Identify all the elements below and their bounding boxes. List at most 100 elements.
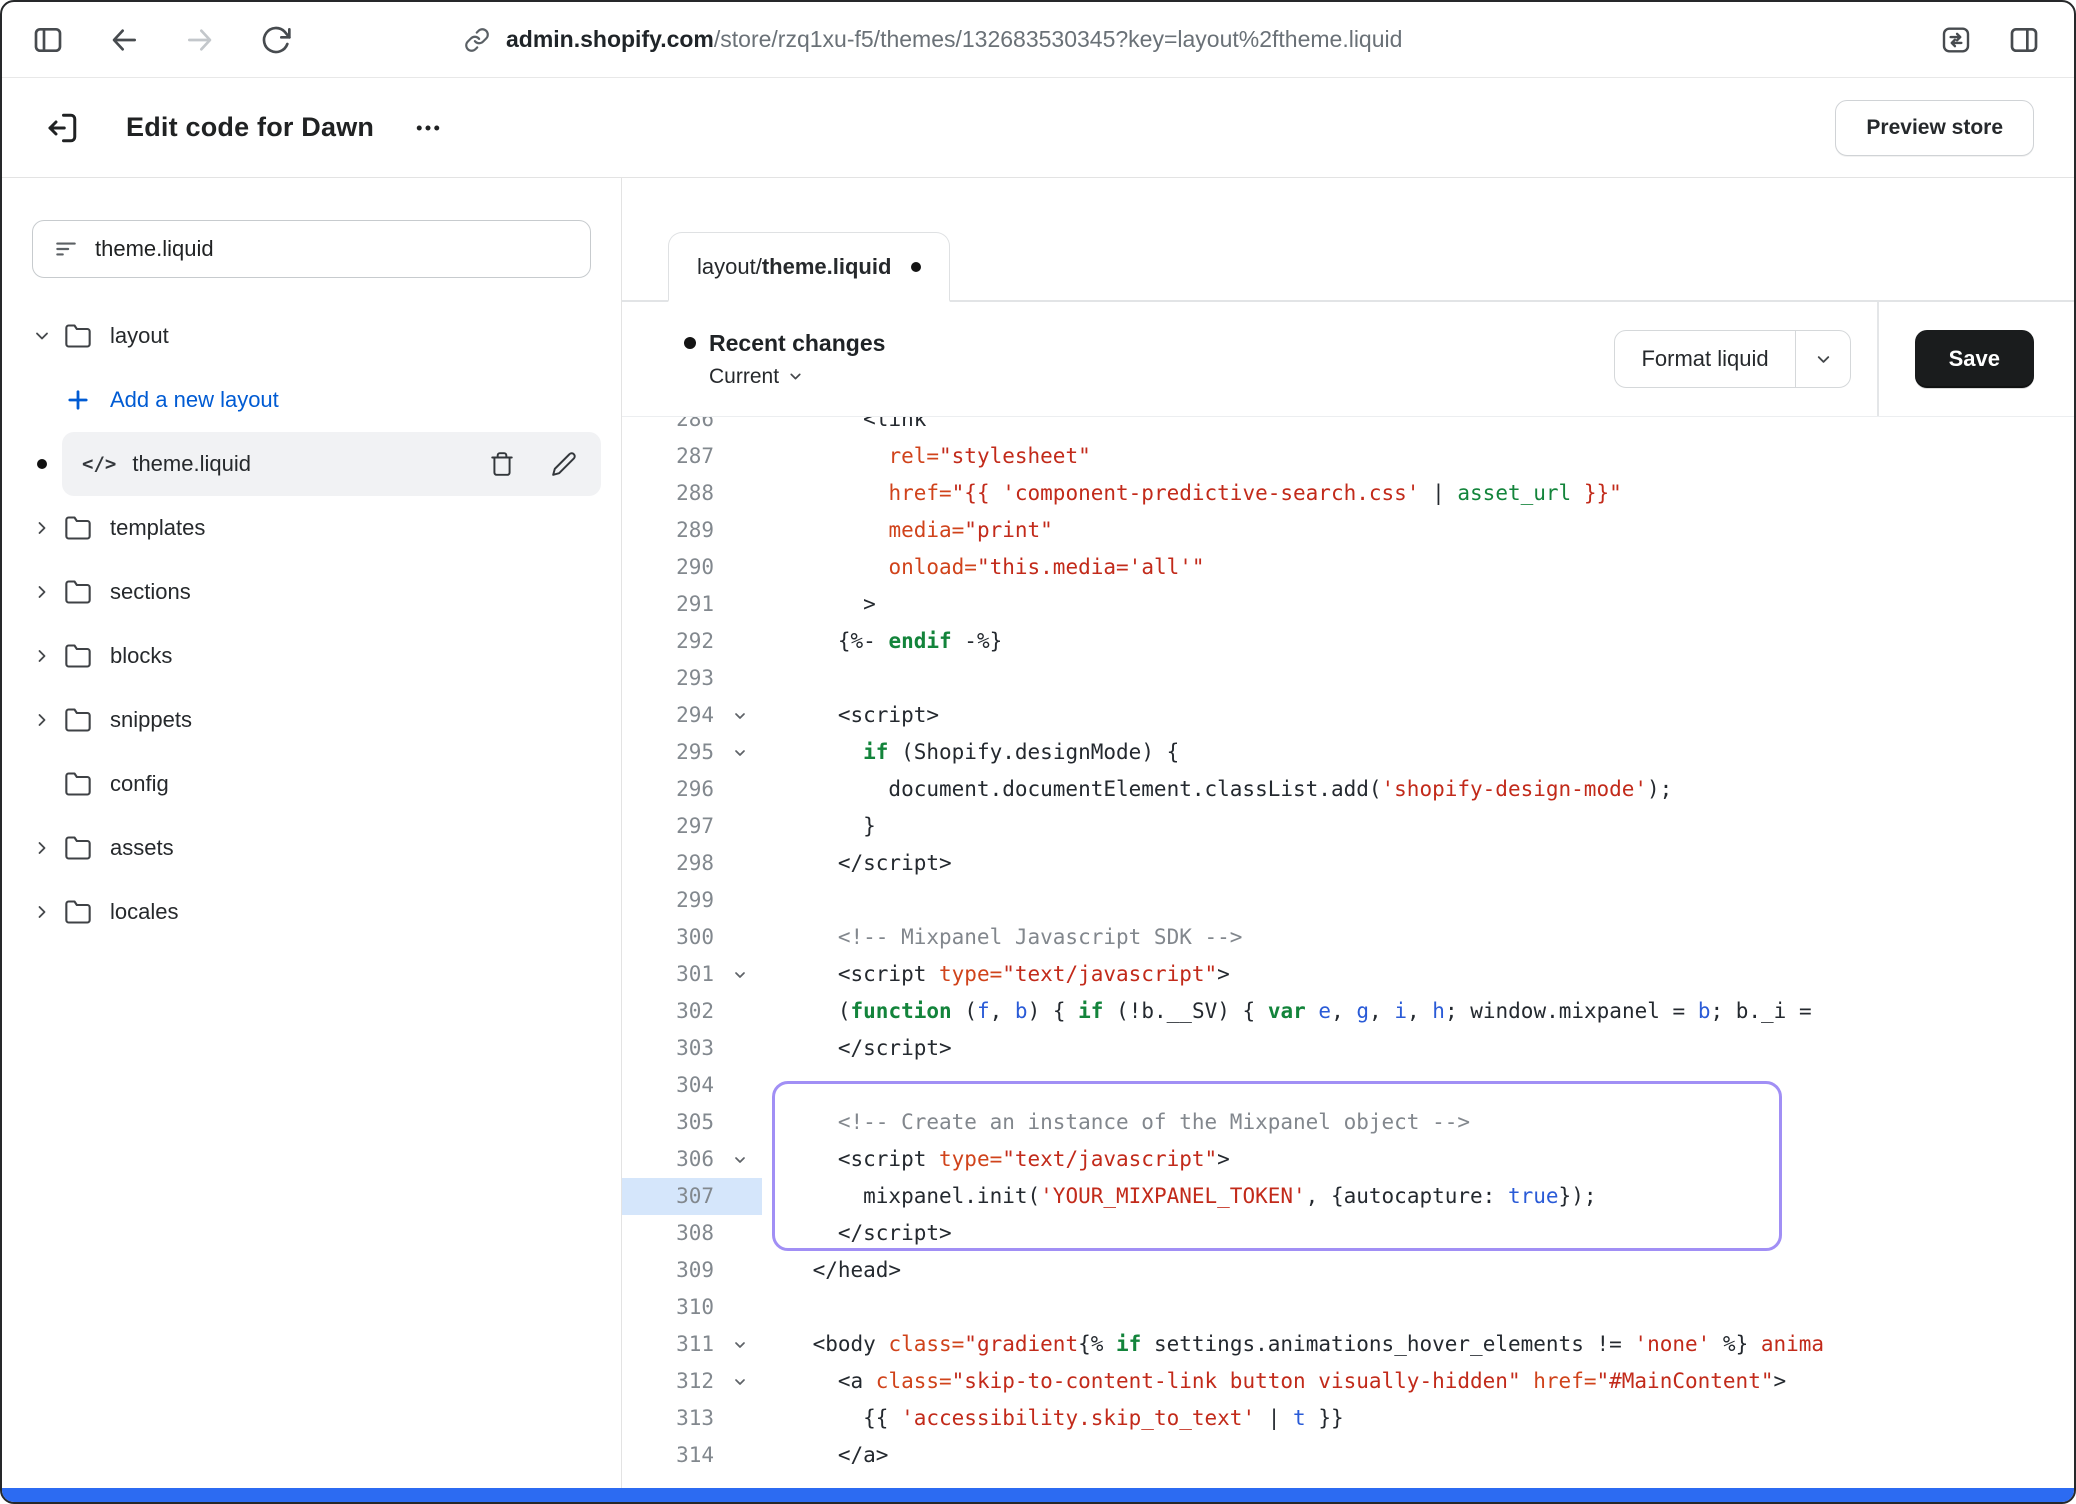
preview-store-button[interactable]: Preview store — [1835, 100, 2034, 156]
code-line-291[interactable]: 291 > — [622, 586, 2074, 623]
split-view-icon[interactable] — [2004, 20, 2044, 60]
folder-label: assets — [110, 835, 174, 861]
browser-window: admin.shopify.com/store/rzq1xu-f5/themes… — [0, 0, 2076, 1504]
sidebar-item-sections[interactable]: sections — [22, 560, 601, 624]
sidebar-item-assets[interactable]: assets — [22, 816, 601, 880]
format-liquid-button[interactable]: Format liquid — [1614, 330, 1851, 388]
folder-icon — [62, 322, 94, 350]
edit-icon[interactable] — [547, 451, 581, 477]
version-dropdown[interactable]: Current — [684, 365, 804, 389]
fold-chevron-icon[interactable] — [718, 697, 762, 734]
sidebar-item-snippets[interactable]: snippets — [22, 688, 601, 752]
code-line-295[interactable]: 295 if (Shopify.designMode) { — [622, 734, 2074, 771]
chevron-right-icon[interactable] — [22, 902, 62, 922]
fold-chevron-icon[interactable] — [718, 1141, 762, 1178]
line-number: 311 — [622, 1326, 718, 1363]
code-line-311[interactable]: 311 <body class="gradient{% if settings.… — [622, 1326, 2074, 1363]
chevron-down-icon[interactable] — [22, 326, 62, 346]
sidebar-item-add-new-layout[interactable]: Add a new layout — [22, 368, 601, 432]
code-line-299[interactable]: 299 — [622, 882, 2074, 919]
file-search[interactable] — [32, 220, 591, 278]
code-line-288[interactable]: 288 href="{{ 'component-predictive-searc… — [622, 475, 2074, 512]
code-line-298[interactable]: 298 </script> — [622, 845, 2074, 882]
code-line-302[interactable]: 302 (function (f, b) { if (!b.__SV) { va… — [622, 993, 2074, 1030]
code-line-310[interactable]: 310 — [622, 1289, 2074, 1326]
sidebar-item-layout[interactable]: layout — [22, 304, 601, 368]
back-icon[interactable] — [104, 20, 144, 60]
fold-chevron-icon[interactable] — [718, 734, 762, 771]
fold-chevron-icon[interactable] — [718, 1326, 762, 1363]
line-number: 308 — [622, 1215, 718, 1252]
forward-icon[interactable] — [180, 20, 220, 60]
sidebar-item-config[interactable]: config — [22, 752, 601, 816]
code-line-294[interactable]: 294 <script> — [622, 697, 2074, 734]
fold-chevron-icon[interactable] — [718, 1363, 762, 1400]
file-sidebar: layout Add a new layout </>theme.liquidtem… — [2, 178, 622, 1488]
folder-label: blocks — [110, 643, 172, 669]
sidebar-item-locales[interactable]: locales — [22, 880, 601, 944]
chevron-right-icon[interactable] — [22, 710, 62, 730]
code-line-304[interactable]: 304 — [622, 1067, 2074, 1104]
unsaved-changes-dot — [22, 459, 62, 469]
file-tree: layout Add a new layout </>theme.liquidtem… — [2, 304, 621, 944]
code-line-303[interactable]: 303 </script> — [622, 1030, 2074, 1067]
line-number: 305 — [622, 1104, 718, 1141]
line-number: 299 — [622, 882, 718, 919]
code-line-300[interactable]: 300 <!-- Mixpanel Javascript SDK --> — [622, 919, 2074, 956]
code-line-313[interactable]: 313 {{ 'accessibility.skip_to_text' | t … — [622, 1400, 2074, 1437]
action-label: Add a new layout — [110, 387, 279, 413]
extensions-icon[interactable] — [1936, 20, 1976, 60]
sidebar-toggle-icon[interactable] — [28, 20, 68, 60]
code-line-308[interactable]: 308 </script> — [622, 1215, 2074, 1252]
delete-icon[interactable] — [485, 451, 519, 477]
code-line-292[interactable]: 292 {%- endif -%} — [622, 623, 2074, 660]
code-line-290[interactable]: 290 onload="this.media='all'" — [622, 549, 2074, 586]
line-number: 286 — [622, 416, 718, 438]
tab-bar: layout/theme.liquid — [622, 178, 2074, 302]
code-line-296[interactable]: 296 document.documentElement.classList.a… — [622, 771, 2074, 808]
save-button[interactable]: Save — [1915, 330, 2034, 388]
line-number: 306 — [622, 1141, 718, 1178]
address-bar[interactable]: admin.shopify.com/store/rzq1xu-f5/themes… — [464, 26, 1936, 53]
reload-icon[interactable] — [256, 20, 296, 60]
code-line-312[interactable]: 312 <a class="skip-to-content-link butto… — [622, 1363, 2074, 1400]
chevron-right-icon[interactable] — [22, 518, 62, 538]
line-number: 298 — [622, 845, 718, 882]
folder-icon — [62, 834, 94, 862]
line-number: 300 — [622, 919, 718, 956]
code-line-287[interactable]: 287 rel="stylesheet" — [622, 438, 2074, 475]
code-line-289[interactable]: 289 media="print" — [622, 512, 2074, 549]
link-icon — [464, 27, 490, 53]
fold-chevron-icon[interactable] — [718, 956, 762, 993]
overflow-menu-icon[interactable] — [408, 108, 448, 148]
code-line-314[interactable]: 314 </a> — [622, 1437, 2074, 1474]
file-search-input[interactable] — [95, 236, 570, 262]
exit-icon[interactable] — [42, 108, 82, 148]
line-number: 295 — [622, 734, 718, 771]
code-line-307[interactable]: 307 mixpanel.init('YOUR_MIXPANEL_TOKEN',… — [622, 1178, 2074, 1215]
format-liquid-label: Format liquid — [1615, 346, 1794, 372]
version-label: Current — [709, 365, 779, 389]
chevron-right-icon[interactable] — [22, 646, 62, 666]
chevron-right-icon[interactable] — [22, 838, 62, 858]
chevron-down-icon[interactable] — [1796, 350, 1850, 369]
selected-file-row[interactable]: </>theme.liquid — [62, 432, 601, 496]
sidebar-item-theme-liquid[interactable]: </>theme.liquid — [22, 432, 601, 496]
chevron-right-icon[interactable] — [22, 582, 62, 602]
line-number: 313 — [622, 1400, 718, 1437]
code-line-297[interactable]: 297 } — [622, 808, 2074, 845]
tab-theme-liquid[interactable]: layout/theme.liquid — [668, 232, 950, 302]
recent-changes-block: Recent changes Current — [684, 330, 885, 389]
code-line-305[interactable]: 305 <!-- Create an instance of the Mixpa… — [622, 1104, 2074, 1141]
code-line-306[interactable]: 306 <script type="text/javascript"> — [622, 1141, 2074, 1178]
url-text: admin.shopify.com/store/rzq1xu-f5/themes… — [506, 26, 1402, 53]
code-line-293[interactable]: 293 — [622, 660, 2074, 697]
code-line-301[interactable]: 301 <script type="text/javascript"> — [622, 956, 2074, 993]
sidebar-item-blocks[interactable]: blocks — [22, 624, 601, 688]
browser-nav-group — [28, 20, 296, 60]
code-line-286[interactable]: 286 <link — [622, 416, 2074, 438]
code-line-309[interactable]: 309 </head> — [622, 1252, 2074, 1289]
url-path: /store/rzq1xu-f5/themes/132683530345?key… — [714, 26, 1403, 52]
code-lines: 286 <link287 rel="stylesheet"288 href="{… — [622, 416, 2074, 1474]
sidebar-item-templates[interactable]: templates — [22, 496, 601, 560]
